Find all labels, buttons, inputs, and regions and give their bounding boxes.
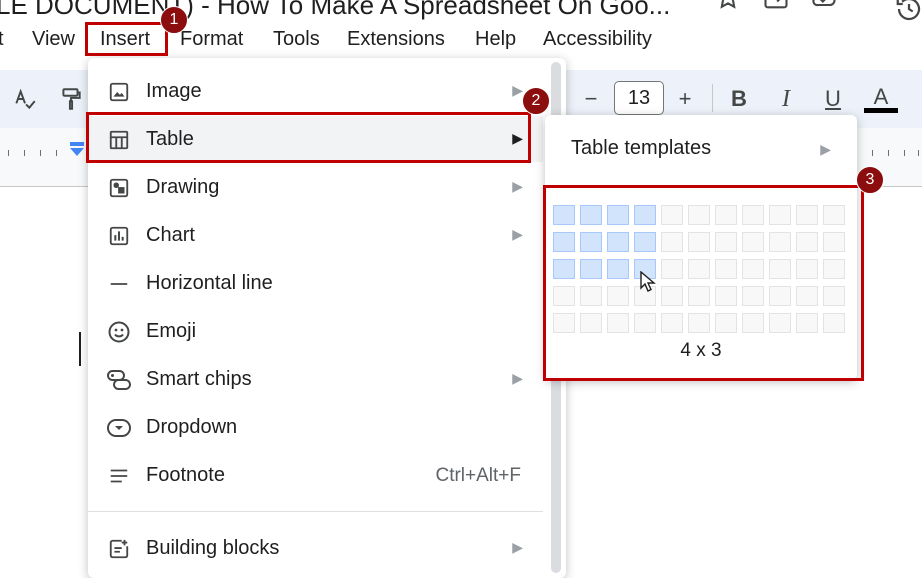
submenu-arrow-icon: ▶ [512,226,523,242]
text-color-letter: A [873,83,889,109]
table-templates-item[interactable]: Table templates ▶ [545,128,857,170]
star-icon[interactable] [714,0,742,12]
submenu-arrow-icon: ▶ [512,539,523,555]
menu-item-image[interactable]: Image ▶ [88,68,543,114]
menu-item-label: Dropdown [146,416,238,438]
menu-item-label: Horizontal line [146,272,273,294]
submenu-arrow-icon: ▶ [512,178,523,194]
menu-item-drawing[interactable]: Drawing ▶ [88,164,543,210]
version-history-icon[interactable] [894,0,922,22]
menu-tools[interactable]: Tools [273,28,320,51]
menu-item-label: Footnote [146,464,225,486]
menu-format[interactable]: Format [180,28,243,51]
smart-chips-icon [106,367,132,393]
menu-item-label: Emoji [146,320,197,342]
menu-file[interactable]: t [0,28,4,51]
menu-item-smart-chips[interactable]: Smart chips ▶ [88,356,543,402]
increase-font-size-button[interactable]: + [670,84,700,114]
highlight-table-grid [543,185,864,381]
text-cursor [79,332,81,366]
decrease-font-size-button[interactable]: − [576,84,606,114]
font-size-input[interactable]: 13 [614,81,664,115]
table-templates-label: Table templates [571,137,712,159]
text-color-swatch [864,107,898,113]
drawing-icon [106,175,132,201]
menu-item-label: Building blocks [146,537,280,559]
menu-item-footnote[interactable]: Footnote Ctrl+Alt+F [88,452,543,498]
bold-button[interactable]: B [724,84,754,114]
menu-item-label: Image [146,80,202,102]
step-badge-3: 3 [856,166,884,194]
move-to-folder-icon[interactable] [762,0,790,12]
menu-item-label: Chart [146,224,195,246]
building-blocks-icon [106,536,132,562]
menu-item-emoji[interactable]: Emoji [88,308,543,354]
horizontal-line-icon [106,271,132,297]
highlight-table-item [86,112,531,163]
submenu-arrow-icon: ▶ [820,141,831,157]
submenu-arrow-icon: ▶ [512,82,523,98]
menu-extensions[interactable]: Extensions [347,28,445,51]
text-color-button[interactable]: A [864,83,898,114]
menu-item-dropdown[interactable]: Dropdown [88,404,543,450]
menu-item-label: Smart chips [146,368,252,390]
menu-item-building-blocks[interactable]: Building blocks ▶ [88,525,543,571]
menu-view[interactable]: View [32,28,75,51]
document-title[interactable]: LE DOCUMENT) - How To Make A Spreadsheet… [0,0,670,21]
toolbar-divider [712,84,713,112]
dropdown-icon [106,415,132,441]
step-badge-2: 2 [522,87,550,115]
menu-help[interactable]: Help [475,28,516,51]
underline-button[interactable]: U [818,84,848,114]
italic-button[interactable]: I [771,84,801,114]
menu-item-horizontal-line[interactable]: Horizontal line [88,260,543,306]
menu-separator [88,511,543,512]
footnote-icon [106,463,132,489]
menu-item-label: Drawing [146,176,220,198]
cloud-saved-icon[interactable] [810,0,838,12]
title-row: LE DOCUMENT) - How To Make A Spreadsheet… [0,0,922,22]
highlight-insert-menu [85,22,168,56]
emoji-icon [106,319,132,345]
indent-marker-icon[interactable] [68,142,86,160]
image-icon [106,79,132,105]
chart-icon [106,223,132,249]
step-badge-1: 1 [160,6,188,34]
paint-format-icon[interactable] [56,84,86,114]
menu-accessibility[interactable]: Accessibility [543,28,652,51]
menu-item-chart[interactable]: Chart ▶ [88,212,543,258]
submenu-arrow-icon: ▶ [512,370,523,386]
spellcheck-icon[interactable] [10,84,40,114]
menu-item-shortcut: Ctrl+Alt+F [435,465,521,486]
